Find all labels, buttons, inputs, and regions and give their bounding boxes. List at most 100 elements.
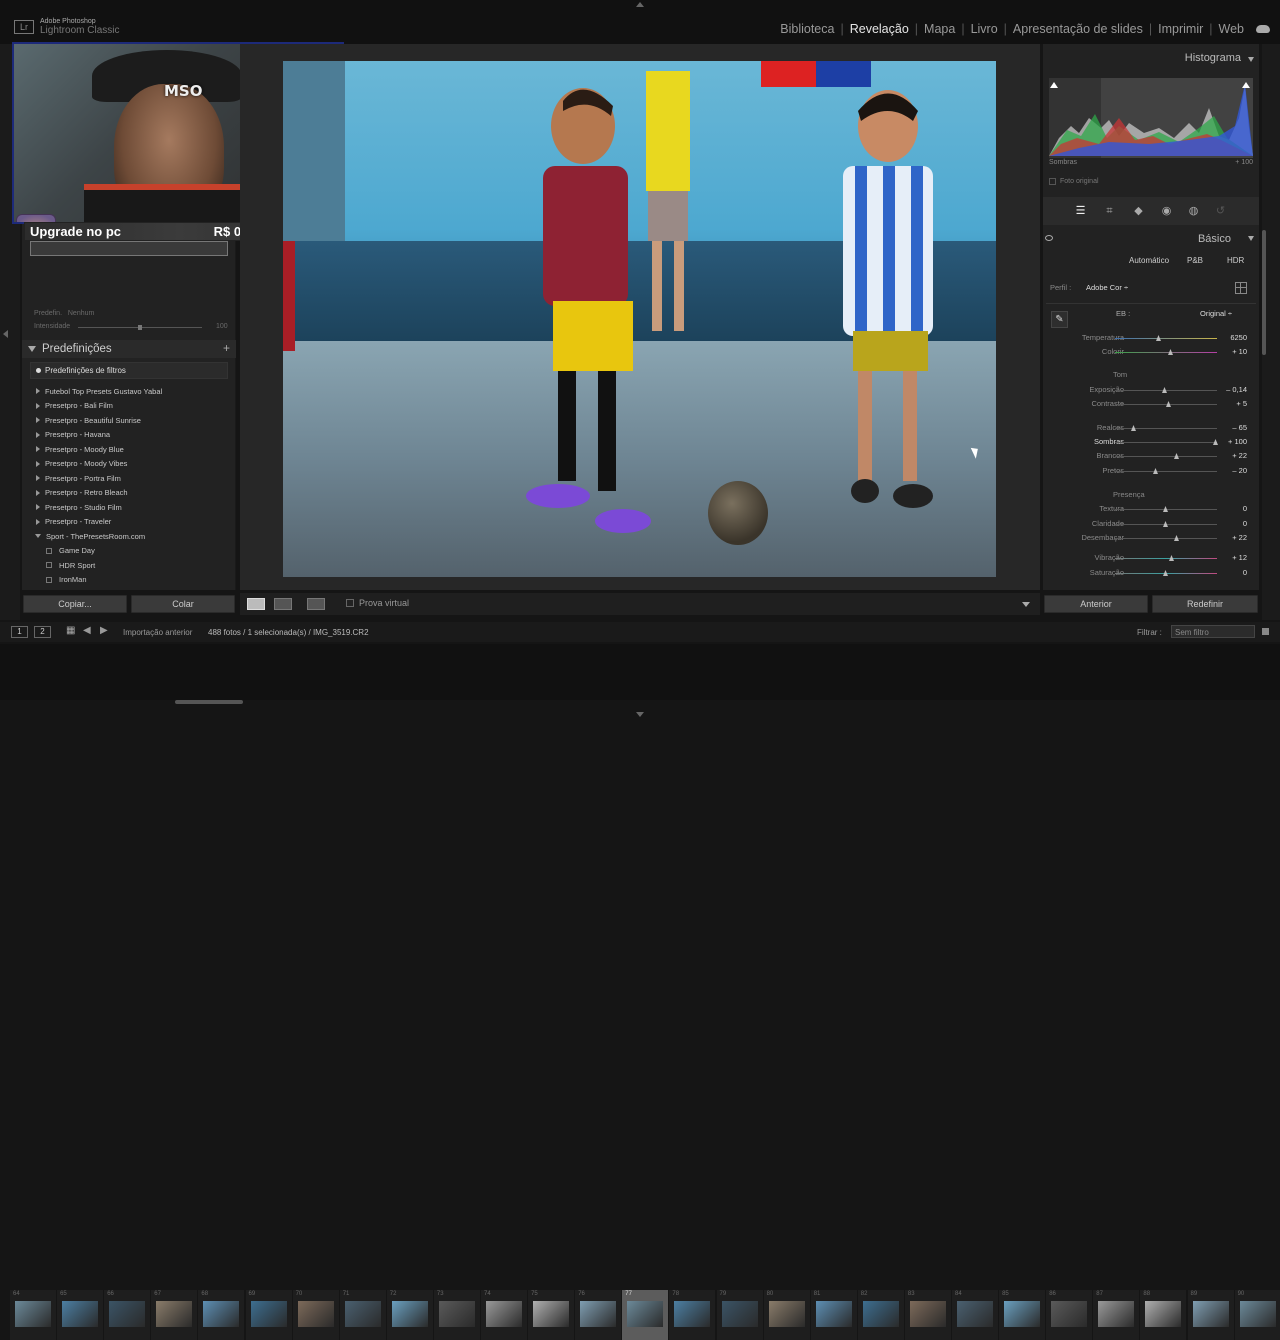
eraser-icon[interactable]: ◆	[1133, 206, 1144, 217]
white-balance-eyedropper-icon[interactable]: ✎	[1051, 311, 1068, 328]
collapse-left-arrow-icon[interactable]	[3, 330, 8, 338]
filmstrip-thumbnail[interactable]: 74	[481, 1290, 527, 1340]
slider-value[interactable]: 0	[1243, 519, 1247, 528]
module-5[interactable]: Imprimir	[1152, 22, 1209, 36]
profile-dropdown[interactable]: Adobe Cor ÷	[1086, 283, 1128, 292]
basic-panel-header[interactable]: Básico	[1043, 229, 1259, 247]
filmstrip-thumbnail[interactable]: 71	[339, 1290, 386, 1340]
filmstrip-thumbnail[interactable]: 75	[528, 1290, 575, 1340]
navigator-preview[interactable]	[30, 241, 228, 256]
slider-temperatura[interactable]: Temperatura 6250	[1043, 333, 1259, 345]
filmstrip-thumbnail[interactable]: 88	[1140, 1290, 1187, 1340]
filmstrip-thumbnail[interactable]: 85	[999, 1290, 1046, 1340]
soft-proof-checkbox[interactable]	[346, 599, 354, 607]
slider-value[interactable]: 0	[1243, 568, 1247, 577]
filmstrip-thumbnail[interactable]: 86	[1046, 1290, 1093, 1340]
slider-track[interactable]	[1115, 558, 1217, 559]
filmstrip-thumbnail[interactable]: 72	[386, 1290, 433, 1340]
filmstrip-thumbnail[interactable]: 67	[151, 1290, 198, 1340]
histogram-title[interactable]: Histograma	[1043, 52, 1259, 64]
filmstrip-thumbnail[interactable]: 84	[952, 1290, 998, 1340]
secondary-window-button[interactable]: 2	[34, 626, 51, 638]
tab-automatic[interactable]: Automático	[1129, 256, 1169, 265]
slider-realces[interactable]: Realces – 65	[1043, 423, 1259, 435]
preset-item[interactable]: Presetpro - Moody Blue	[32, 442, 228, 457]
preset-item[interactable]: Presetpro - Retro Bleach	[32, 486, 228, 501]
slider-track[interactable]	[1115, 428, 1217, 429]
masking-icon[interactable]: ◍	[1188, 206, 1199, 217]
slider-pretos[interactable]: Pretos – 20	[1043, 466, 1259, 478]
slider-track[interactable]	[1115, 456, 1217, 457]
profile-browser-grid-icon[interactable]	[1235, 282, 1247, 294]
paste-button[interactable]: Colar	[131, 595, 235, 613]
filmstrip-scrollbar[interactable]	[175, 700, 243, 704]
slider-exposição[interactable]: Exposição – 0,14	[1043, 385, 1259, 397]
slider-value[interactable]: + 10	[1232, 347, 1247, 356]
filmstrip-thumbnail[interactable]: 83	[904, 1290, 951, 1340]
slider-value[interactable]: – 20	[1232, 466, 1247, 475]
loupe-view-icon[interactable]	[247, 598, 265, 610]
preset-item[interactable]: Sport - ThePresetsRoom.com	[32, 529, 228, 544]
filmstrip-count[interactable]: 488 fotos / 1 selecionada(s) / IMG_3519.…	[208, 628, 369, 637]
right-panel-scrollbar[interactable]	[1262, 230, 1266, 355]
module-0[interactable]: Biblioteca	[774, 22, 840, 36]
preset-item[interactable]: Presetpro - Bali Film	[32, 399, 228, 414]
preset-item[interactable]: Presetpro - Moody Vibes	[32, 457, 228, 472]
reset-tool-icon[interactable]: ↺	[1215, 206, 1226, 217]
grid-view-icon[interactable]: ▦	[66, 625, 75, 636]
slider-track[interactable]	[1115, 538, 1217, 539]
slider-value[interactable]: – 65	[1232, 423, 1247, 432]
slider-textura[interactable]: Textura 0	[1043, 504, 1259, 516]
filmstrip-thumbnail[interactable]: 82	[857, 1290, 904, 1340]
filmstrip-thumbnail[interactable]: 80	[763, 1290, 810, 1340]
preset-item[interactable]: Presetpro - Beautiful Sunrise	[32, 413, 228, 428]
module-4[interactable]: Apresentação de slides	[1007, 22, 1149, 36]
filmstrip-thumbnail[interactable]: 64	[10, 1290, 56, 1340]
filmstrip-thumbnail[interactable]: 68	[198, 1290, 245, 1340]
basic-collapse-icon[interactable]	[1248, 236, 1254, 241]
module-6[interactable]: Web	[1213, 22, 1250, 36]
filmstrip-thumbnail[interactable]: 77	[622, 1290, 669, 1340]
slider-value[interactable]: – 0,14	[1226, 385, 1247, 394]
slider-value[interactable]: + 22	[1232, 451, 1247, 460]
yy-view-icon[interactable]	[307, 598, 325, 610]
filmstrip-thumbnail[interactable]: 66	[104, 1290, 151, 1340]
slider-brancos[interactable]: Brancos + 22	[1043, 451, 1259, 463]
preset-item[interactable]: Game Day	[32, 544, 228, 559]
intensity-slider-knob[interactable]	[138, 325, 142, 330]
filmstrip-thumbnail[interactable]: 90	[1234, 1290, 1280, 1340]
module-1[interactable]: Revelação	[844, 22, 915, 36]
slider-value[interactable]: + 5	[1236, 399, 1247, 408]
filter-lock-icon[interactable]	[1262, 628, 1269, 635]
slider-track[interactable]	[1115, 352, 1217, 353]
slider-track[interactable]	[1115, 471, 1217, 472]
slider-value[interactable]: + 22	[1232, 533, 1247, 542]
slider-value[interactable]: 0	[1243, 504, 1247, 513]
histogram-collapse-icon[interactable]	[1248, 57, 1254, 62]
module-2[interactable]: Mapa	[918, 22, 961, 36]
filmstrip-thumbnail[interactable]: 87	[1093, 1290, 1140, 1340]
slider-claridade[interactable]: Claridade 0	[1043, 519, 1259, 531]
slider-colorir[interactable]: Colorir + 10	[1043, 347, 1259, 359]
slider-track[interactable]	[1115, 442, 1217, 443]
filmstrip-thumbnail[interactable]: 73	[433, 1290, 480, 1340]
tab-hdr[interactable]: HDR	[1227, 256, 1244, 265]
slider-track[interactable]	[1115, 338, 1217, 339]
preset-item[interactable]: Presetpro - Portra Film	[32, 471, 228, 486]
filmstrip-source[interactable]: Importação anterior	[123, 628, 192, 637]
collapse-bottom-arrow-icon[interactable]	[636, 712, 644, 717]
presets-panel-header[interactable]: Predefinições +	[22, 340, 236, 358]
preset-item[interactable]: Presetpro - Traveler	[32, 515, 228, 530]
preset-filter[interactable]: Predefinições de filtros	[30, 362, 228, 379]
tab-bw[interactable]: P&B	[1187, 256, 1203, 265]
slider-contraste[interactable]: Contraste + 5	[1043, 399, 1259, 411]
main-photo[interactable]	[283, 61, 996, 577]
crop-icon[interactable]: ⌗	[1104, 206, 1115, 217]
sliders-icon[interactable]: ☰	[1075, 206, 1086, 217]
back-arrow-icon[interactable]: ◀	[83, 625, 91, 636]
preset-item[interactable]: Presetpro - Havana	[32, 428, 228, 443]
cloud-sync-icon[interactable]	[1256, 25, 1270, 33]
slider-value[interactable]: + 100	[1228, 437, 1247, 446]
preset-item[interactable]: IronMan	[32, 573, 228, 588]
primary-window-button[interactable]: 1	[11, 626, 28, 638]
